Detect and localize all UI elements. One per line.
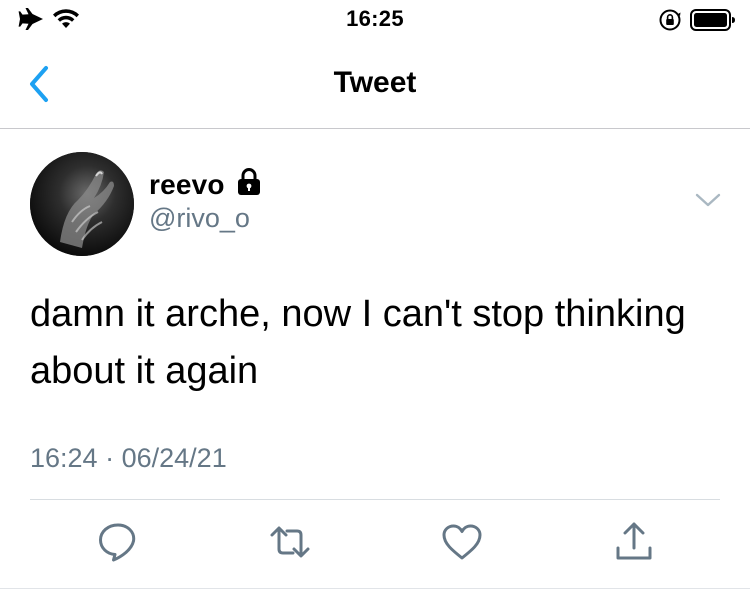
battery-icon	[690, 8, 736, 37]
avatar[interactable]	[30, 152, 134, 256]
chevron-down-icon	[694, 193, 722, 214]
status-bar: 16:25	[0, 0, 750, 42]
share-icon	[612, 522, 656, 568]
lock-icon	[235, 167, 263, 202]
display-name-row: reevo	[149, 167, 263, 202]
status-bar-time: 16:25	[346, 6, 404, 31]
avatar-photo	[30, 152, 134, 256]
page-title: Tweet	[333, 66, 417, 99]
user-handle[interactable]: @rivo_o	[149, 203, 250, 234]
share-button[interactable]	[612, 520, 656, 564]
like-button[interactable]	[440, 520, 484, 564]
rotation-lock-icon	[658, 8, 682, 37]
tweet-timestamp: 16:24 · 06/24/21	[30, 443, 227, 474]
display-name[interactable]: reevo	[149, 169, 225, 201]
retweet-button[interactable]	[268, 520, 312, 564]
tweet-time: 16:24	[30, 443, 98, 473]
tweet-action-bar	[0, 520, 750, 570]
bottom-divider	[0, 588, 750, 589]
tweet-text: damn it arche, now I can't stop thinking…	[30, 293, 686, 392]
meta-separator: ·	[105, 443, 115, 473]
tweet-date: 06/24/21	[121, 443, 227, 473]
tweet-detail-screen: 16:25 Tweet reevo @rivo_o damn it arche,…	[0, 0, 750, 590]
retweet-icon	[268, 526, 312, 568]
action-divider	[30, 499, 720, 500]
tweet-options-button[interactable]	[694, 190, 722, 210]
status-bar-right	[658, 8, 736, 37]
reply-button[interactable]	[96, 520, 140, 564]
reply-icon	[96, 523, 140, 568]
nav-divider	[0, 128, 750, 129]
heart-icon	[440, 524, 484, 568]
navigation-bar: Tweet	[0, 42, 750, 128]
